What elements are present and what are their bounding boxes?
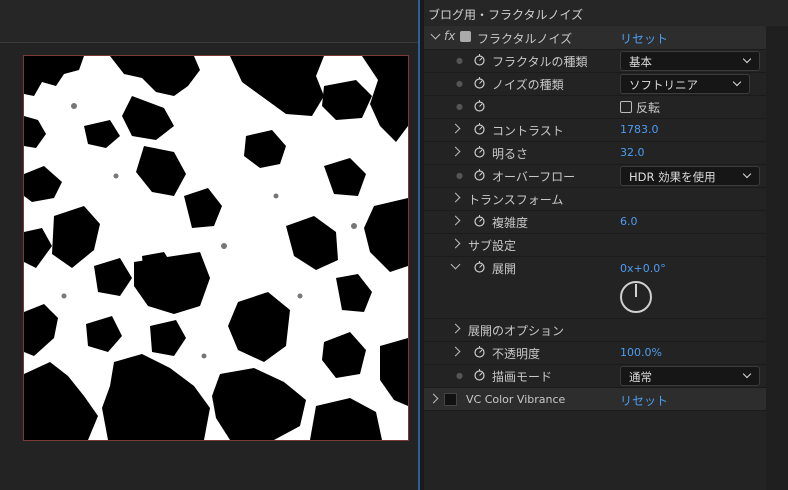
- effect-row-vc-color-vibrance[interactable]: VC Color Vibrance リセット: [424, 388, 766, 411]
- prop-brightness: 明るさ 32.0: [424, 141, 766, 165]
- effect-name: フラクタルノイズ: [477, 32, 573, 46]
- fractal-noise-image: [24, 56, 408, 440]
- chevron-down-icon[interactable]: [430, 29, 441, 40]
- group-label: 展開のオプション: [468, 324, 565, 338]
- chevron-right-icon[interactable]: [450, 238, 461, 249]
- noise-preview[interactable]: [23, 55, 409, 441]
- stopwatch-icon[interactable]: [473, 214, 486, 227]
- chevron-down-icon[interactable]: [450, 259, 461, 270]
- invert-label: 反転: [636, 101, 661, 115]
- chevron-right-icon[interactable]: [450, 123, 461, 134]
- chevron-down-icon: [742, 169, 752, 179]
- prop-invert: ● 反転: [424, 95, 766, 119]
- group-sub-settings[interactable]: サブ設定: [424, 233, 766, 257]
- prop-opacity: 不透明度 100.0%: [424, 341, 766, 365]
- contrast-value[interactable]: 1783.0: [620, 123, 659, 136]
- prop-evolution: 展開 0x+0.0°: [424, 256, 766, 319]
- prop-label: ノイズの種類: [492, 78, 564, 92]
- prop-label: 展開: [492, 262, 517, 276]
- overflow-select[interactable]: HDR 効果を使用: [620, 166, 760, 186]
- group-label: サブ設定: [468, 239, 517, 253]
- effect-controls-panel: ブログ用・フラクタルノイズ fx フラクタルノイズ リセット ● フラクタルの種…: [424, 0, 788, 490]
- chevron-down-icon: [742, 369, 752, 379]
- effect-toggle-icon[interactable]: [444, 393, 457, 406]
- panel-header: ブログ用・フラクタルノイズ: [424, 0, 788, 27]
- prop-label: 複雑度: [492, 216, 529, 230]
- stopwatch-icon[interactable]: [473, 99, 486, 112]
- stopwatch-icon[interactable]: [473, 76, 486, 89]
- reset-link[interactable]: リセット: [620, 392, 668, 409]
- stopwatch-icon[interactable]: [473, 168, 486, 181]
- preset-icon: [460, 31, 471, 42]
- prop-label: オーバーフロー: [492, 170, 576, 184]
- chevron-right-icon[interactable]: [428, 393, 439, 404]
- reset-link[interactable]: リセット: [620, 30, 668, 47]
- group-evolution-options[interactable]: 展開のオプション: [424, 318, 766, 342]
- prop-fractal-type: ● フラクタルの種類 基本: [424, 49, 766, 73]
- prop-label: 描画モード: [492, 370, 553, 384]
- chevron-right-icon[interactable]: [450, 146, 461, 157]
- noise-type-select[interactable]: ソフトリニア: [620, 74, 750, 94]
- evolution-value[interactable]: 0x+0.0°: [620, 262, 666, 275]
- chevron-down-icon: [742, 54, 752, 64]
- prop-label: 明るさ: [492, 147, 529, 161]
- chevron-down-icon: [732, 77, 742, 87]
- viewer-toolbar: [0, 0, 418, 43]
- evolution-dial[interactable]: [619, 280, 653, 314]
- effect-name: VC Color Vibrance: [466, 393, 566, 406]
- group-label: トランスフォーム: [468, 193, 564, 207]
- prop-overflow: ● オーバーフロー HDR 効果を使用: [424, 164, 766, 188]
- prop-label: フラクタルの種類: [492, 55, 588, 69]
- prop-label: 不透明度: [492, 347, 541, 361]
- chevron-right-icon[interactable]: [450, 346, 461, 357]
- group-transform[interactable]: トランスフォーム: [424, 187, 766, 211]
- prop-blend-mode: ● 描画モード 通常: [424, 364, 766, 388]
- stopwatch-icon[interactable]: [473, 260, 486, 273]
- stopwatch-icon[interactable]: [473, 145, 486, 158]
- prop-complexity: 複雑度 6.0: [424, 210, 766, 234]
- stopwatch-icon[interactable]: [473, 368, 486, 381]
- panel-scrollbar[interactable]: [766, 26, 788, 490]
- complexity-value[interactable]: 6.0: [620, 215, 638, 228]
- chevron-right-icon[interactable]: [450, 215, 461, 226]
- stopwatch-icon[interactable]: [473, 53, 486, 66]
- panel-title: ブログ用・フラクタルノイズ: [428, 8, 584, 22]
- composition-viewer: [0, 0, 418, 490]
- brightness-value[interactable]: 32.0: [620, 146, 645, 159]
- chevron-right-icon[interactable]: [450, 192, 461, 203]
- invert-checkbox[interactable]: [620, 101, 632, 113]
- chevron-right-icon[interactable]: [450, 323, 461, 334]
- stopwatch-icon[interactable]: [473, 122, 486, 135]
- prop-label: コントラスト: [492, 124, 564, 138]
- fx-icon[interactable]: fx: [444, 29, 455, 43]
- prop-contrast: コントラスト 1783.0: [424, 118, 766, 142]
- blend-mode-select[interactable]: 通常: [620, 366, 760, 386]
- opacity-value[interactable]: 100.0%: [620, 346, 662, 359]
- stopwatch-icon[interactable]: [473, 345, 486, 358]
- effect-row-fractal-noise[interactable]: fx フラクタルノイズ リセット: [424, 26, 766, 50]
- prop-noise-type: ● ノイズの種類 ソフトリニア: [424, 72, 766, 96]
- fractal-type-select[interactable]: 基本: [620, 51, 760, 71]
